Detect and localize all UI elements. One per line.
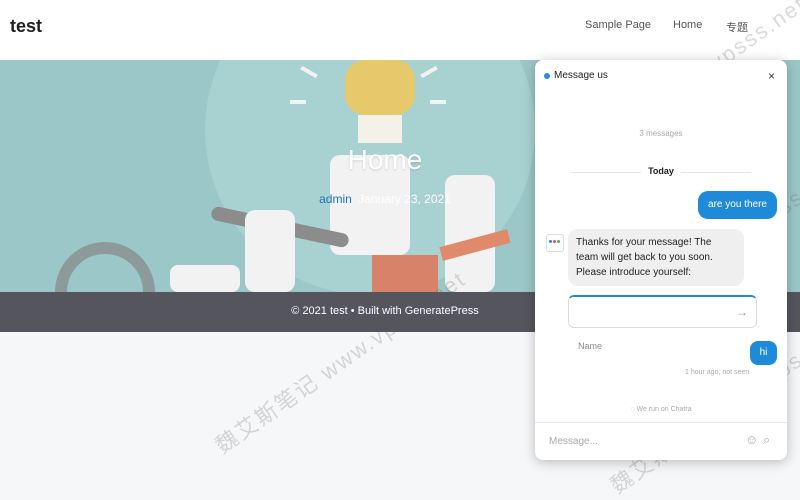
submit-arrow-icon[interactable]: → [736, 305, 748, 319]
site-title[interactable]: test [10, 16, 42, 37]
post-date[interactable]: January 23, 2021 [358, 192, 451, 206]
chat-header: Message us × [535, 60, 787, 92]
nav-item-home[interactable]: Home [673, 19, 702, 31]
nav-item-topics[interactable]: 专题 [726, 19, 748, 35]
powered-by[interactable]: ◌ We run on Chatra [535, 406, 787, 413]
message-input[interactable]: Message... [549, 436, 598, 447]
online-status-icon [544, 73, 550, 79]
powered-by-text: We run on Chatra [636, 406, 692, 413]
close-icon[interactable]: × [768, 69, 775, 83]
agent-avatar-icon [546, 234, 564, 252]
name-field-label: Name [578, 341, 603, 351]
nav-item-sample-page[interactable]: Sample Page [585, 19, 651, 31]
incoming-message: Thanks for your message! The team will g… [568, 229, 744, 286]
message-count[interactable]: 3 messages [535, 129, 787, 138]
attachment-icon[interactable]: ⌕ [763, 432, 770, 448]
chat-title: Message us [554, 70, 608, 81]
chat-widget: Message us × 3 messages Today are you th… [535, 60, 787, 460]
composer-divider [535, 422, 787, 423]
day-label: Today [641, 166, 681, 176]
site-header: test Sample Page Home 专题 [0, 0, 800, 60]
outgoing-message: hi [750, 341, 777, 365]
author-link[interactable]: admin [319, 192, 352, 206]
emoji-icon[interactable]: ☺ [745, 432, 758, 447]
message-timestamp: 1 hour ago, not seen [685, 369, 750, 376]
outgoing-message: are you there [698, 191, 777, 219]
name-input[interactable]: → [568, 295, 757, 328]
